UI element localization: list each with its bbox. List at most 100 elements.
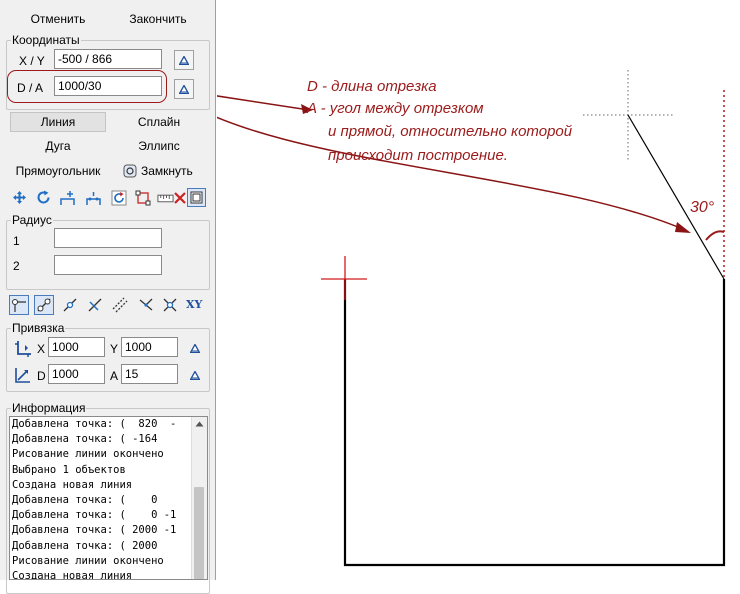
radius-2-input[interactable] [54,255,162,275]
snap-title: Привязка [12,321,65,335]
insert-point-button[interactable] [85,189,102,206]
snap-da-apply-button[interactable] [187,367,203,383]
annotation-a: A - угол между отрезком [307,100,484,117]
snap-origin-icon [15,341,31,357]
log-line: Добавлена точка: ( 820 - [12,418,177,430]
log-line: Рисование линии окончено [12,554,164,567]
arrow-to-text [217,95,310,111]
move-icon [13,191,26,204]
snap-angle-button[interactable] [137,296,155,314]
snap-intersection-icon [163,298,177,312]
line-mode-button[interactable]: Линия [10,112,106,132]
snap-point-icon [12,299,26,312]
scroll-up-icon[interactable] [195,421,204,427]
snap-angle-icon [139,298,153,311]
info-scrollbar[interactable] [191,417,207,579]
log-line: Добавлена точка: ( 0 [12,494,158,507]
add-point-button[interactable] [59,189,76,206]
snap-end-button[interactable] [34,295,54,315]
log-line: Добавлена точка: ( -164 [12,433,158,446]
xy-input[interactable]: -500 / 866 [54,49,162,69]
log-line: Рисование линии окончено [12,448,164,461]
snap-mid-button[interactable] [61,296,79,314]
drawn-rectangle [343,279,726,567]
snap-xy-apply-button[interactable] [187,340,203,356]
snap-xy-button[interactable]: XY [186,298,202,311]
refresh-button[interactable] [110,189,127,206]
log-line: Создана новая линия [12,570,133,580]
snap-x-label: X [37,342,46,356]
close-shape-label: Замкнуть [141,164,193,178]
triangle-icon [190,370,200,380]
drawing-panel: Отменить Закончить Координаты X / Y -500… [0,0,216,594]
rotate-button[interactable] [35,189,52,206]
rotate-icon [37,190,50,204]
snap-parallel-button[interactable] [111,296,129,314]
insert-point-icon [85,191,101,205]
arc-mode-button[interactable]: Дуга [10,137,106,155]
select-box-icon [135,190,150,205]
annotation-d: D - длина отрезка [307,78,437,95]
triangle-icon [179,84,189,94]
view-icon [190,191,203,204]
scroll-thumb[interactable] [194,487,204,579]
close-shape-button[interactable]: Замкнуть [122,162,193,180]
snap-origin-button[interactable] [14,340,32,361]
snap-polar-button[interactable] [14,366,32,387]
cancel-button[interactable]: Отменить [18,10,98,28]
log-line: Создана новая линия [12,478,133,491]
radius-2-label: 2 [13,259,20,273]
drawing-canvas[interactable]: D - длина отрезка A - угол между отрезко… [217,0,740,580]
log-line: Выбрано 1 объектов [12,463,126,476]
snap-point-button[interactable] [9,295,29,315]
snap-line-button[interactable] [86,296,104,314]
snap-y-input[interactable]: 1000 [121,337,178,357]
finish-button[interactable]: Закончить [118,10,198,28]
da-input[interactable]: 1000/30 [54,76,162,96]
select-box-button[interactable] [134,189,151,206]
add-point-icon [59,190,75,205]
radius-1-input[interactable] [54,228,162,248]
da-label: D / A [17,81,44,95]
snap-mid-icon [63,298,77,312]
snap-parallel-icon [112,297,128,313]
snap-d-input[interactable]: 1000 [48,364,105,384]
snap-a-input[interactable]: 15 [121,364,178,384]
radius-group: Радиус [6,214,210,290]
view-button[interactable] [187,188,206,207]
close-shape-icon [123,164,137,178]
move-button[interactable] [11,189,28,206]
snap-line-icon [88,298,102,312]
annotation-a-cont: и прямой, относительно которой [328,123,573,140]
spline-mode-button[interactable]: Сплайн [116,113,202,131]
cursor-crosshair [583,70,675,160]
snap-a-label: A [110,369,119,383]
ellipse-mode-button[interactable]: Эллипс [116,137,202,155]
info-title: Информация [12,401,86,415]
radius-1-label: 1 [13,234,20,248]
rectangle-mode-button[interactable]: Прямоугольник [4,162,112,180]
snap-end-icon [37,298,51,312]
snap-y-label: Y [110,342,119,356]
log-line: Добавлена точка: ( 0 -1 [12,509,177,522]
xy-label: X / Y [19,54,45,68]
snap-d-label: D [37,369,46,383]
xy-apply-button[interactable] [174,50,194,70]
triangle-icon [179,55,189,65]
refresh-icon [111,190,126,205]
canvas-svg [217,70,726,567]
log-line: Добавлена точка: ( 2000 [12,539,158,552]
snap-x-input[interactable]: 1000 [48,337,105,357]
radius-title: Радиус [12,213,52,227]
info-log[interactable]: Добавлена точка: ( 820 - Добавлена точка… [9,416,208,580]
snap-polar-icon [15,368,30,383]
angle-label: 30° [690,199,715,216]
log-line: Добавлена точка: ( 2000 -1 [12,524,177,537]
da-apply-button[interactable] [174,79,194,99]
snap-intersection-button[interactable] [161,296,179,314]
annotation-a-end: происходит построение. [328,147,508,164]
delete-button[interactable] [171,189,188,206]
new-segment [627,114,725,280]
arrow-head [675,222,691,233]
triangle-icon [190,343,200,353]
